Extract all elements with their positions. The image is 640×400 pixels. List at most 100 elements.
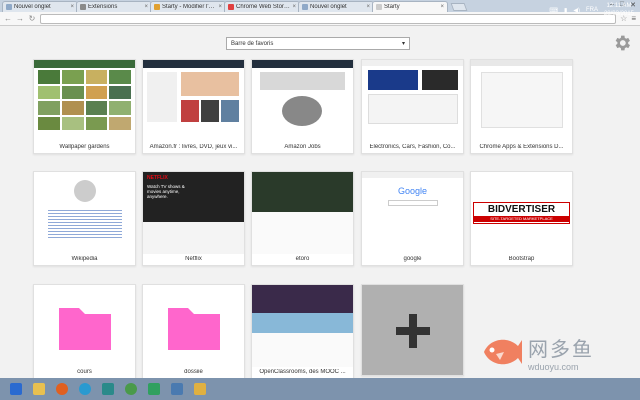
speed-dial-tile[interactable]: dossiie — [142, 284, 245, 379]
bookmark-folder-select[interactable]: Barre de favoris ▾ — [226, 37, 410, 50]
tile-label: etoro — [295, 256, 310, 262]
tile-label: Netflix — [185, 256, 202, 262]
tab-1[interactable]: Extensions × — [76, 1, 152, 12]
tile-thumbnail: NETFLIX Watch TV shows & movies anytime,… — [143, 172, 244, 254]
bidvertiser-tagline: SITE-TARGETED MARKETPLACE — [474, 216, 569, 222]
folder-select-value: Barre de favoris — [231, 40, 274, 47]
folder-icon — [168, 308, 220, 350]
chevron-down-icon: ▾ — [401, 41, 405, 47]
netflix-brand: NETFLIX — [147, 175, 168, 181]
tab-strip: Nouvel onglet × Extensions × Starty - Modifi… — [0, 0, 640, 12]
tab-3[interactable]: Chrome Web Store - spee× — [224, 1, 300, 12]
watermark-chinese: 网多鱼 — [528, 336, 594, 361]
tile-thumbnail — [34, 285, 135, 367]
app-circle-icon[interactable] — [75, 380, 95, 398]
language-indicator[interactable]: FRA — [586, 7, 598, 13]
tile-thumbnail — [34, 172, 135, 254]
speed-dial-tile[interactable]: Wallpaper gardens — [33, 59, 136, 154]
firefox-icon[interactable] — [52, 380, 72, 398]
favicon-icon — [376, 4, 382, 10]
tile-label: Wallpaper gardens — [59, 144, 110, 150]
google-logo: Google — [397, 186, 428, 196]
gear-icon[interactable] — [612, 33, 632, 53]
clock[interactable]: 12:11 AM 28/03/2015 — [604, 2, 634, 18]
tab-close-icon[interactable]: × — [440, 4, 444, 10]
watermark: 网多鱼 wduoyu.com — [478, 332, 594, 372]
favicon-icon — [6, 4, 12, 10]
favicon-icon — [302, 4, 308, 10]
forward-icon[interactable]: → — [16, 14, 24, 23]
app-n-icon[interactable] — [98, 380, 118, 398]
speed-dial-tile[interactable]: BIDVERTISER SITE-TARGETED MARKETPLACE Bo… — [470, 171, 573, 266]
app-green-icon[interactable] — [144, 380, 164, 398]
tile-thumbnail — [252, 285, 353, 367]
speed-dial-tile[interactable]: Google google — [361, 171, 464, 266]
windows-start-icon[interactable] — [6, 380, 26, 398]
tab-close-icon[interactable]: × — [366, 4, 370, 10]
tile-thumbnail — [143, 60, 244, 142]
speed-dial-tile[interactable]: NETFLIX Watch TV shows & movies anytime,… — [142, 171, 245, 266]
address-bar[interactable] — [40, 13, 617, 24]
fish-logo-icon — [484, 339, 522, 365]
tile-thumbnail — [143, 285, 244, 367]
tile-label: dossiie — [184, 369, 203, 375]
tab-label: Nouvel onglet — [310, 4, 347, 10]
windows-taskbar — [0, 378, 640, 400]
tile-thumbnail — [34, 60, 135, 142]
speed-dial-tile[interactable]: Wikipedia — [33, 171, 136, 266]
tab-label: Starty - Modifier l'article — [162, 4, 216, 10]
speed-dial-tile[interactable]: Amazon Jobs — [251, 59, 354, 154]
tab-2[interactable]: Starty - Modifier l'article× — [150, 1, 226, 12]
clock-date: 28/03/2015 — [603, 11, 634, 17]
tab-5[interactable]: Starty × — [372, 1, 448, 12]
tab-close-icon[interactable]: × — [144, 4, 148, 10]
watermark-url: wduoyu.com — [528, 361, 579, 372]
tile-thumbnail: Google — [362, 172, 463, 254]
tab-close-icon[interactable]: × — [292, 4, 296, 10]
chrome-icon[interactable] — [121, 380, 141, 398]
netflix-headline: Watch TV shows & movies anytime, anywher… — [147, 184, 185, 199]
tile-label: google — [403, 256, 422, 262]
tile-label: Bootstrap — [508, 256, 535, 262]
keyboard-icon[interactable]: ⌨ — [549, 7, 558, 14]
tile-label: OpenClassrooms, des MOOC ... — [259, 369, 346, 375]
tab-close-icon[interactable]: × — [70, 4, 74, 10]
speed-dial-tile[interactable]: Chrome Apps & Extensions D... — [470, 59, 573, 154]
tile-label: Chrome Apps & Extensions D... — [479, 144, 564, 150]
favicon-icon — [228, 4, 234, 10]
speed-dial-tile[interactable]: cours — [33, 284, 136, 379]
speed-dial-tile[interactable]: Amazon.fr : livres, DVD, jeux vi... — [142, 59, 245, 154]
tile-label: Electronics, Cars, Fashion, Co... — [369, 144, 456, 150]
tab-label: Nouvel onglet — [14, 4, 51, 10]
favicon-icon — [80, 4, 86, 10]
file-explorer-icon[interactable] — [29, 380, 49, 398]
tile-thumbnail — [252, 60, 353, 142]
volume-icon[interactable]: ◀) — [573, 7, 580, 14]
add-shortcut-tile[interactable] — [361, 284, 464, 376]
back-icon[interactable]: ← — [4, 14, 12, 23]
tab-close-icon[interactable]: × — [218, 4, 222, 10]
clock-time: 12:11 AM — [606, 3, 632, 9]
new-tab-button[interactable] — [450, 3, 468, 11]
folder-icon — [59, 308, 111, 350]
tab-label: Starty — [384, 4, 400, 10]
tile-thumbnail: BIDVERTISER SITE-TARGETED MARKETPLACE — [471, 172, 572, 254]
store-icon[interactable] — [167, 380, 187, 398]
favicon-icon — [154, 4, 160, 10]
tile-label: Amazon Jobs — [284, 144, 321, 150]
tab-label: Extensions — [88, 4, 118, 10]
plus-icon — [396, 314, 430, 348]
speed-dial-tile[interactable]: Electronics, Cars, Fashion, Co... — [361, 59, 464, 154]
tab-4[interactable]: Nouvel onglet × — [298, 1, 374, 12]
tile-label: Wikipedia — [71, 256, 98, 262]
tile-thumbnail — [362, 60, 463, 142]
reload-icon[interactable]: ↻ — [28, 14, 36, 23]
tab-0[interactable]: Nouvel onglet × — [2, 1, 78, 12]
network-icon[interactable]: ▮ — [564, 7, 567, 14]
system-tray: ⌨ ▮ ◀) FRA 12:11 AM 28/03/2015 — [549, 2, 634, 18]
browser-toolbar: ← → ↻ ☆ ≡ — [0, 12, 640, 26]
app-grid-icon[interactable] — [190, 380, 210, 398]
speed-dial-tile[interactable]: OpenClassrooms, des MOOC ... — [251, 284, 354, 379]
tab-label: Chrome Web Store - spee — [236, 4, 290, 10]
speed-dial-tile[interactable]: etoro — [251, 171, 354, 266]
